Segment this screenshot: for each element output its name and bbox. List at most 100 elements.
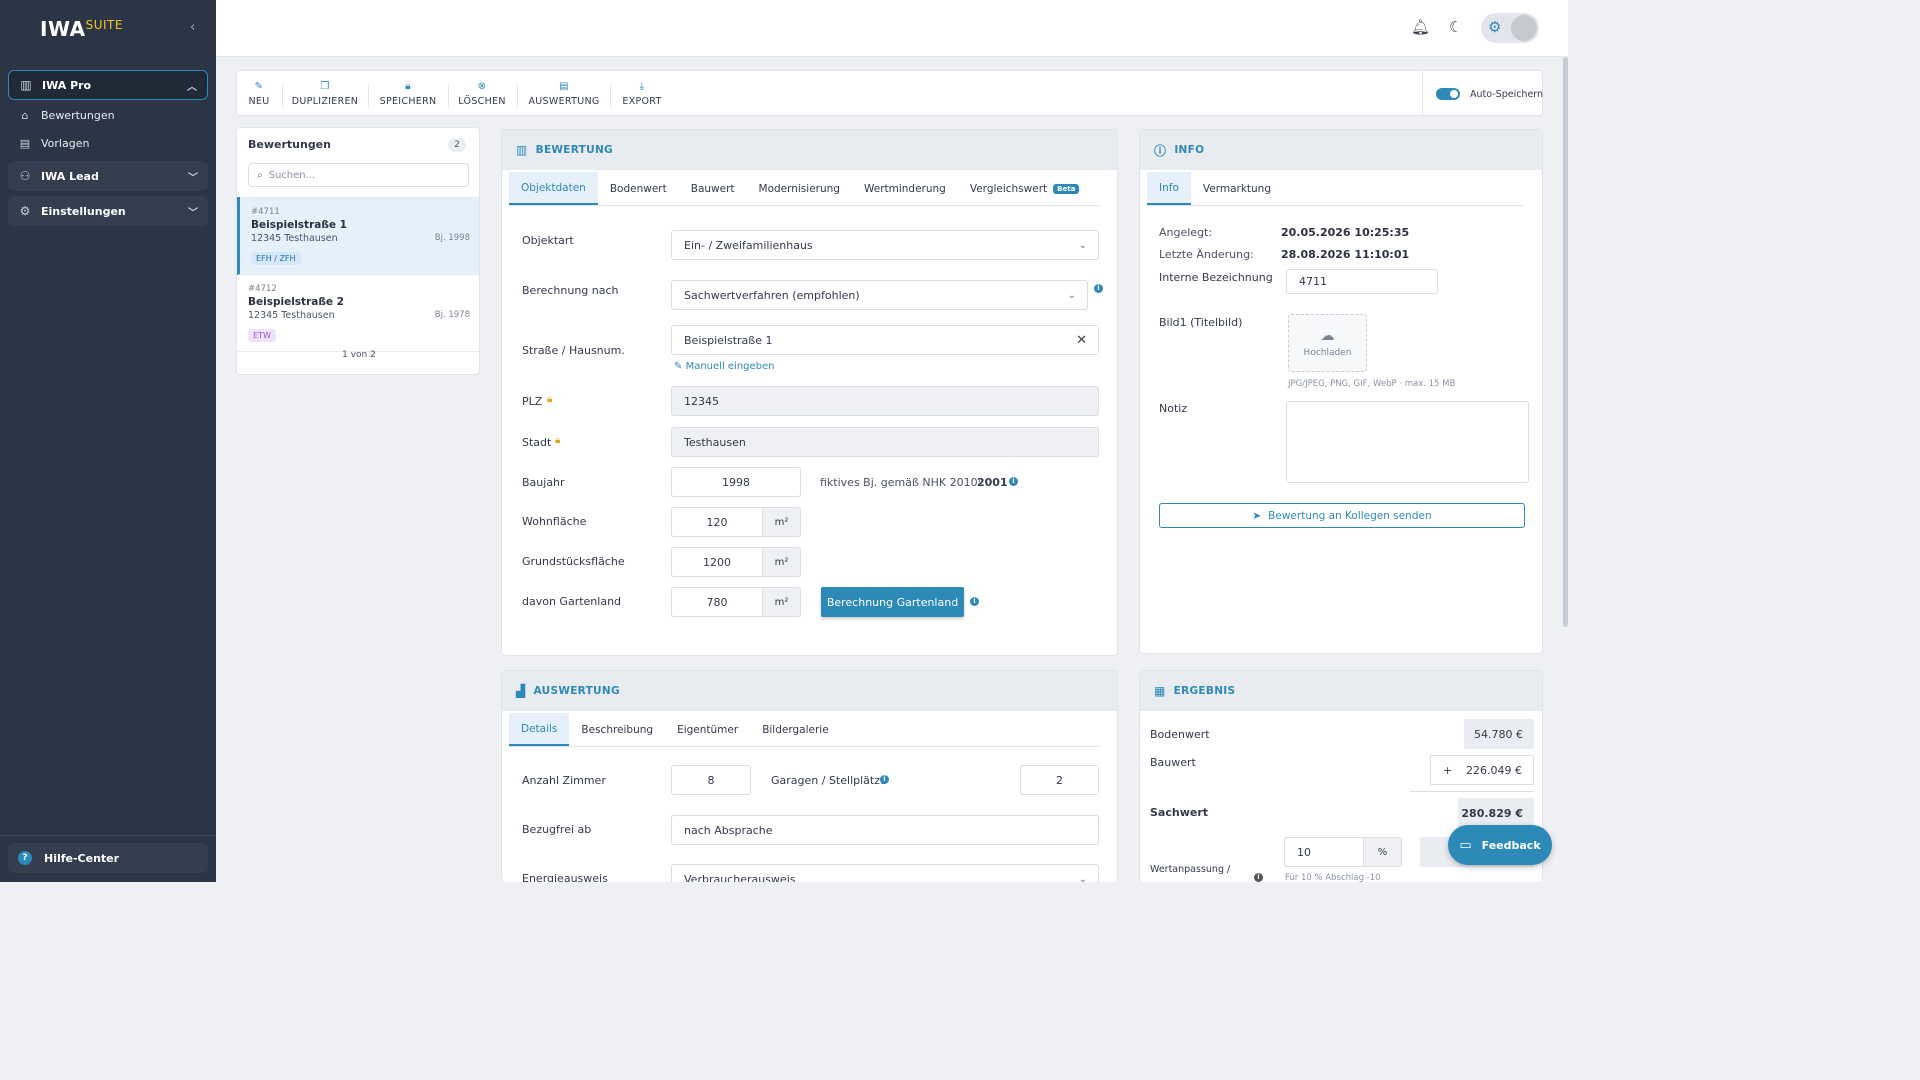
help-center-button[interactable]: ? Hilfe-Center: [8, 843, 208, 873]
search-input[interactable]: ⌕ Suchen...: [248, 163, 469, 187]
divider: [610, 85, 611, 107]
pencil-icon: ✎: [254, 81, 264, 92]
sidebar-group-iwa-pro[interactable]: ▥ IWA Pro ︿: [8, 70, 208, 100]
tab-modernisierung[interactable]: Modernisierung: [747, 172, 852, 205]
grundstueck-input[interactable]: 1200: [671, 547, 763, 577]
bezugfrei-input[interactable]: nach Absprache: [671, 815, 1099, 845]
lock-icon: 🔒︎: [555, 435, 561, 446]
sidebar-item-bewertungen[interactable]: ⌂ Bewertungen: [18, 104, 115, 126]
list-item-city: 12345 Testhausen: [251, 233, 338, 244]
count-badge: 2: [448, 138, 466, 152]
bodenwert-label: Bodenwert: [1150, 728, 1210, 741]
tab-eigentuemer[interactable]: Eigentümer: [665, 713, 750, 746]
avatar: [1511, 15, 1537, 41]
upload-button[interactable]: ☁ Hochladen: [1288, 314, 1367, 372]
delete-button[interactable]: ⊗ LÖSCHEN: [458, 76, 505, 112]
notiz-textarea[interactable]: [1286, 401, 1529, 483]
select-value: Ein- / Zweifamilienhaus: [684, 238, 813, 252]
tab-bauwert[interactable]: Bauwert: [679, 172, 747, 205]
list-item-year: Bj. 1978: [434, 310, 470, 320]
input-value: 10: [1297, 845, 1311, 859]
chevron-down-icon: ﹀: [188, 207, 198, 219]
sidebar: IWASUITE ‹ ▥ IWA Pro ︿ ⌂ Bewertungen ▤ V…: [0, 0, 216, 882]
tab-bildergalerie[interactable]: Bildergalerie: [750, 713, 840, 746]
tab-wertminderung[interactable]: Wertminderung: [852, 172, 958, 205]
wertanpassung-input[interactable]: 10: [1284, 837, 1364, 867]
chevron-down-icon: ⌄: [1067, 289, 1076, 301]
clear-icon[interactable]: ✕: [1076, 333, 1087, 348]
tab-vermarktung[interactable]: Vermarktung: [1191, 172, 1283, 205]
manual-entry-link[interactable]: ✎ Manuell eingeben: [674, 361, 775, 372]
scrollbar[interactable]: [1563, 57, 1568, 627]
tab-objektdaten[interactable]: Objektdaten: [509, 172, 598, 205]
list-item[interactable]: #4711 Beispielstraße 1 12345 Testhausen …: [237, 197, 479, 275]
objektart-select[interactable]: Ein- / Zweifamilienhaus ⌄: [671, 230, 1099, 260]
angelegt-value: 20.05.2026 10:25:35: [1281, 226, 1410, 239]
tab-bodenwert[interactable]: Bodenwert: [598, 172, 679, 205]
beta-badge: Beta: [1053, 183, 1080, 194]
help-icon: ?: [18, 851, 32, 865]
baujahr-label: Baujahr: [522, 476, 565, 489]
zimmer-input[interactable]: 8: [671, 765, 751, 795]
input-value: 12345: [684, 394, 719, 408]
send-to-colleague-button[interactable]: ➤ Bewertung an Kollegen senden: [1159, 503, 1525, 528]
sidebar-group-iwa-lead[interactable]: ⚇ IWA Lead ﹀: [8, 161, 208, 191]
objektart-label: Objektart: [522, 234, 574, 247]
wohnflaeche-input[interactable]: 120: [671, 507, 763, 537]
bewertungen-list: Bewertungen 2 ⌕ Suchen... #4711 Beispiel…: [236, 127, 480, 375]
new-button[interactable]: ✎ NEU: [248, 76, 270, 112]
info-icon[interactable]: i: [1254, 873, 1263, 882]
feedback-button[interactable]: ▭ Feedback: [1448, 825, 1552, 865]
save-button[interactable]: 🔒︎ SPEICHERN: [380, 76, 436, 112]
bauwert-label: Bauwert: [1150, 756, 1196, 769]
garagen-input[interactable]: 2: [1020, 765, 1099, 795]
duplicate-button[interactable]: ❐ DUPLIZIEREN: [292, 76, 358, 112]
sachwert-label: Sachwert: [1150, 806, 1209, 819]
info-icon[interactable]: i: [1094, 284, 1103, 293]
unit-label: %: [1364, 837, 1402, 867]
info-icon[interactable]: i: [880, 775, 889, 784]
berechnung-select[interactable]: Sachwertverfahren (empfohlen) ⌄: [671, 280, 1088, 310]
input-value: 120: [706, 515, 728, 529]
auswertung-button[interactable]: ▤ AUSWERTUNG: [529, 76, 600, 112]
stadt-label: Stadt: [522, 436, 552, 449]
autosave-toggle[interactable]: Auto-Speichern: [1422, 71, 1544, 117]
divider: [448, 85, 449, 107]
tab-info[interactable]: Info: [1147, 172, 1191, 205]
moon-icon[interactable]: ☾: [1449, 18, 1462, 36]
berechnung-gartenland-button[interactable]: Berechnung Gartenland: [821, 587, 964, 617]
bild-label: Bild1 (Titelbild): [1159, 316, 1243, 329]
sidebar-item-vorlagen[interactable]: ▤ Vorlagen: [18, 132, 90, 154]
chart-icon: ▟: [516, 684, 526, 698]
document-icon: ▤: [19, 136, 31, 150]
tab-beschreibung[interactable]: Beschreibung: [569, 713, 665, 746]
info-icon[interactable]: i: [1009, 477, 1018, 486]
message-icon: ▭: [1459, 837, 1472, 853]
export-button[interactable]: ⤓ EXPORT: [622, 76, 661, 112]
bell-icon[interactable]: 🔔︎: [1411, 18, 1430, 36]
garten-input[interactable]: 780: [671, 587, 763, 617]
panel-header: ▥ BEWERTUNG: [502, 130, 1117, 170]
info-tabs: Info Vermarktung: [1147, 172, 1524, 206]
sidebar-group-einstellungen[interactable]: ⚙ Einstellungen ﹀: [8, 196, 208, 226]
info-icon[interactable]: i: [970, 597, 979, 606]
search-placeholder: Suchen...: [268, 169, 316, 181]
intern-input[interactable]: 4711: [1286, 269, 1438, 294]
strasse-input[interactable]: Beispielstraße 1 ✕: [671, 325, 1099, 355]
bauwert-value-box: + 226.049 €: [1430, 755, 1534, 785]
berechnung-label: Berechnung nach: [522, 284, 619, 297]
list-item[interactable]: #4712 Beispielstraße 2 12345 Testhausen …: [237, 274, 479, 352]
bauwert-value: 226.049 €: [1466, 763, 1522, 777]
toggle-switch[interactable]: [1436, 88, 1460, 100]
collapse-sidebar-icon[interactable]: ‹: [190, 20, 195, 35]
help-center-label: Hilfe-Center: [44, 851, 120, 865]
energie-select[interactable]: Verbraucherausweis ⌄: [671, 864, 1099, 882]
tab-vergleichswert[interactable]: Vergleichswert Beta: [958, 172, 1091, 205]
tab-details[interactable]: Details: [509, 713, 570, 746]
user-menu[interactable]: ⚙: [1481, 13, 1539, 43]
unit-label: m²: [763, 547, 801, 577]
divider: [282, 85, 283, 107]
baujahr-input[interactable]: 1998: [671, 467, 801, 497]
copy-icon: ❐: [320, 81, 330, 92]
top-bar: 🔔︎ ☾ ⚙: [216, 0, 1568, 57]
